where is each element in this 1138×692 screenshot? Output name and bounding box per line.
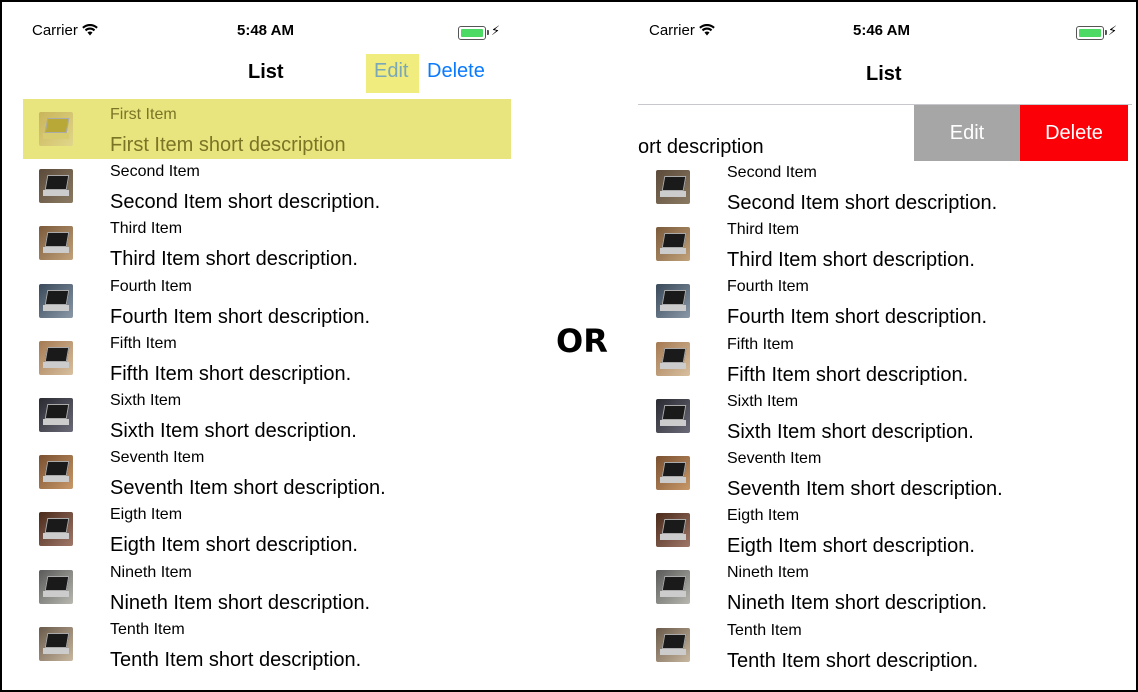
item-description: Fifth Item short description. <box>110 362 352 385</box>
item-description: First Item short description <box>110 134 346 156</box>
laptop-thumbnail <box>39 512 73 547</box>
item-description: Third Item short description. <box>727 249 975 272</box>
item-description: Nineth Item short description. <box>110 591 371 614</box>
list-item[interactable]: Fifth Item Fifth Item short description. <box>2 329 512 386</box>
laptop-thumbnail <box>656 341 690 376</box>
item-title: Third Item <box>727 221 800 239</box>
carrier-label: Carrier <box>32 22 98 39</box>
item-title: Third Item <box>110 220 183 238</box>
laptop-thumbnail <box>39 626 73 661</box>
list-item[interactable]: Third Item Third Item short description. <box>638 215 1132 272</box>
item-title: Nineth Item <box>110 563 192 581</box>
item-title: Second Item <box>110 163 200 181</box>
screenshot-frame: Carrier 5:48 AM ⚡︎ List Edit Delete Firs… <box>0 0 1138 692</box>
item-title: Second Item <box>727 164 817 181</box>
item-title: Eigth Item <box>110 506 183 524</box>
laptop-thumbnail <box>39 455 73 490</box>
item-description: Seventh Item short description. <box>110 477 386 500</box>
laptop-thumbnail <box>39 569 73 604</box>
item-description: Fourth Item short description. <box>727 306 988 329</box>
list-item[interactable]: Fifth Item Fifth Item short description. <box>638 330 1132 387</box>
right-screen: Carrier 5:46 AM ⚡︎ List ort description … <box>638 2 1132 690</box>
laptop-thumbnail <box>656 284 690 319</box>
list-item[interactable]: First Item First Item short description <box>2 100 512 157</box>
list-item[interactable]: Nineth Item Nineth Item short description… <box>638 558 1132 615</box>
laptop-thumbnail <box>656 627 690 662</box>
row-delete-action[interactable]: Delete <box>1020 105 1128 161</box>
battery-icon <box>458 26 489 40</box>
item-title: Tenth Item <box>727 621 802 639</box>
laptop-thumbnail <box>656 456 690 490</box>
item-description: Eigth Item short description. <box>727 535 975 558</box>
laptop-thumbnail <box>656 570 690 605</box>
list-item[interactable]: Seventh Item Seventh Item short descripti… <box>2 443 512 500</box>
laptop-thumbnail <box>39 340 73 375</box>
item-title: Fifth Item <box>727 335 794 353</box>
item-title: Eigth Item <box>727 507 800 525</box>
laptop-thumbnail <box>656 398 690 433</box>
status-bar: Carrier 5:48 AM ⚡︎ <box>2 2 512 52</box>
list-item[interactable]: Fourth Item Fourth Item short description… <box>2 272 512 329</box>
item-description: Eigth Item short description. <box>110 534 358 557</box>
list-item[interactable]: Seventh Item Seventh Item short descripti… <box>638 444 1132 501</box>
nav-title: List <box>248 61 284 83</box>
laptop-thumbnail <box>39 398 73 432</box>
list-item[interactable]: Tenth Item Tenth Item short description. <box>2 615 512 672</box>
list-item[interactable]: Second Item Second Item short description… <box>638 158 1132 215</box>
nav-title: List <box>866 63 902 85</box>
laptop-thumbnail <box>656 513 690 548</box>
list-item[interactable]: Sixth Item Sixth Item short description. <box>638 387 1132 444</box>
item-title: Tenth Item <box>110 620 185 638</box>
or-separator: OR <box>556 322 608 360</box>
laptop-thumbnail <box>656 227 690 262</box>
item-title: Sixth Item <box>727 392 799 410</box>
list-item[interactable]: Eigth Item Eigth Item short description. <box>2 500 512 557</box>
item-title: Nineth Item <box>727 564 809 582</box>
status-time: 5:46 AM <box>853 22 910 39</box>
list-item[interactable]: Second Item Second Item short description… <box>2 157 512 214</box>
charging-bolt-icon: ⚡︎ <box>491 23 501 38</box>
status-bar: Carrier 5:46 AM ⚡︎ <box>638 2 1132 52</box>
left-screen: Carrier 5:48 AM ⚡︎ List Edit Delete Firs… <box>2 2 512 690</box>
laptop-thumbnail <box>39 283 73 318</box>
item-description: Fifth Item short description. <box>727 363 969 386</box>
item-title: Fourth Item <box>110 277 192 295</box>
list-item[interactable]: Eigth Item Eigth Item short description. <box>638 501 1132 558</box>
item-description: Fourth Item short description. <box>110 305 371 328</box>
item-description: Sixth Item short description. <box>110 420 357 442</box>
item-title: Fourth Item <box>727 278 809 296</box>
list-item[interactable]: Nineth Item Nineth Item short description… <box>2 558 512 615</box>
edit-button[interactable]: Edit <box>374 60 408 83</box>
list-item[interactable]: Third Item Third Item short description. <box>2 214 512 271</box>
item-description: Seventh Item short description. <box>727 478 1003 500</box>
list-item[interactable]: Tenth Item Tenth Item short description. <box>638 616 1132 673</box>
list-item[interactable]: Fourth Item Fourth Item short description… <box>638 272 1132 329</box>
item-title: First Item <box>110 106 177 123</box>
item-description: Nineth Item short description. <box>727 592 988 615</box>
wifi-icon <box>699 23 715 40</box>
item-title: Fifth Item <box>110 334 177 352</box>
delete-button[interactable]: Delete <box>427 60 485 83</box>
swiped-row-description: ort description <box>638 136 764 158</box>
item-description: Second Item short description. <box>110 191 381 214</box>
battery-icon <box>1076 26 1107 40</box>
laptop-thumbnail <box>656 170 690 204</box>
item-title: Seventh Item <box>110 449 205 467</box>
laptop-thumbnail <box>39 112 73 146</box>
laptop-thumbnail <box>39 169 73 204</box>
item-description: Tenth Item short description. <box>727 649 979 672</box>
item-description: Third Item short description. <box>110 248 358 271</box>
wifi-icon <box>82 23 98 40</box>
row-edit-action[interactable]: Edit <box>914 105 1020 161</box>
laptop-thumbnail <box>39 226 73 261</box>
item-description: Tenth Item short description. <box>110 648 362 671</box>
charging-bolt-icon: ⚡︎ <box>1108 23 1118 38</box>
item-title: Sixth Item <box>110 392 182 409</box>
status-time: 5:48 AM <box>237 22 294 39</box>
item-description: Sixth Item short description. <box>727 420 974 443</box>
item-description: Second Item short description. <box>727 192 998 214</box>
list-item[interactable]: Sixth Item Sixth Item short description. <box>2 386 512 443</box>
carrier-label: Carrier <box>649 22 715 39</box>
item-title: Seventh Item <box>727 450 822 467</box>
